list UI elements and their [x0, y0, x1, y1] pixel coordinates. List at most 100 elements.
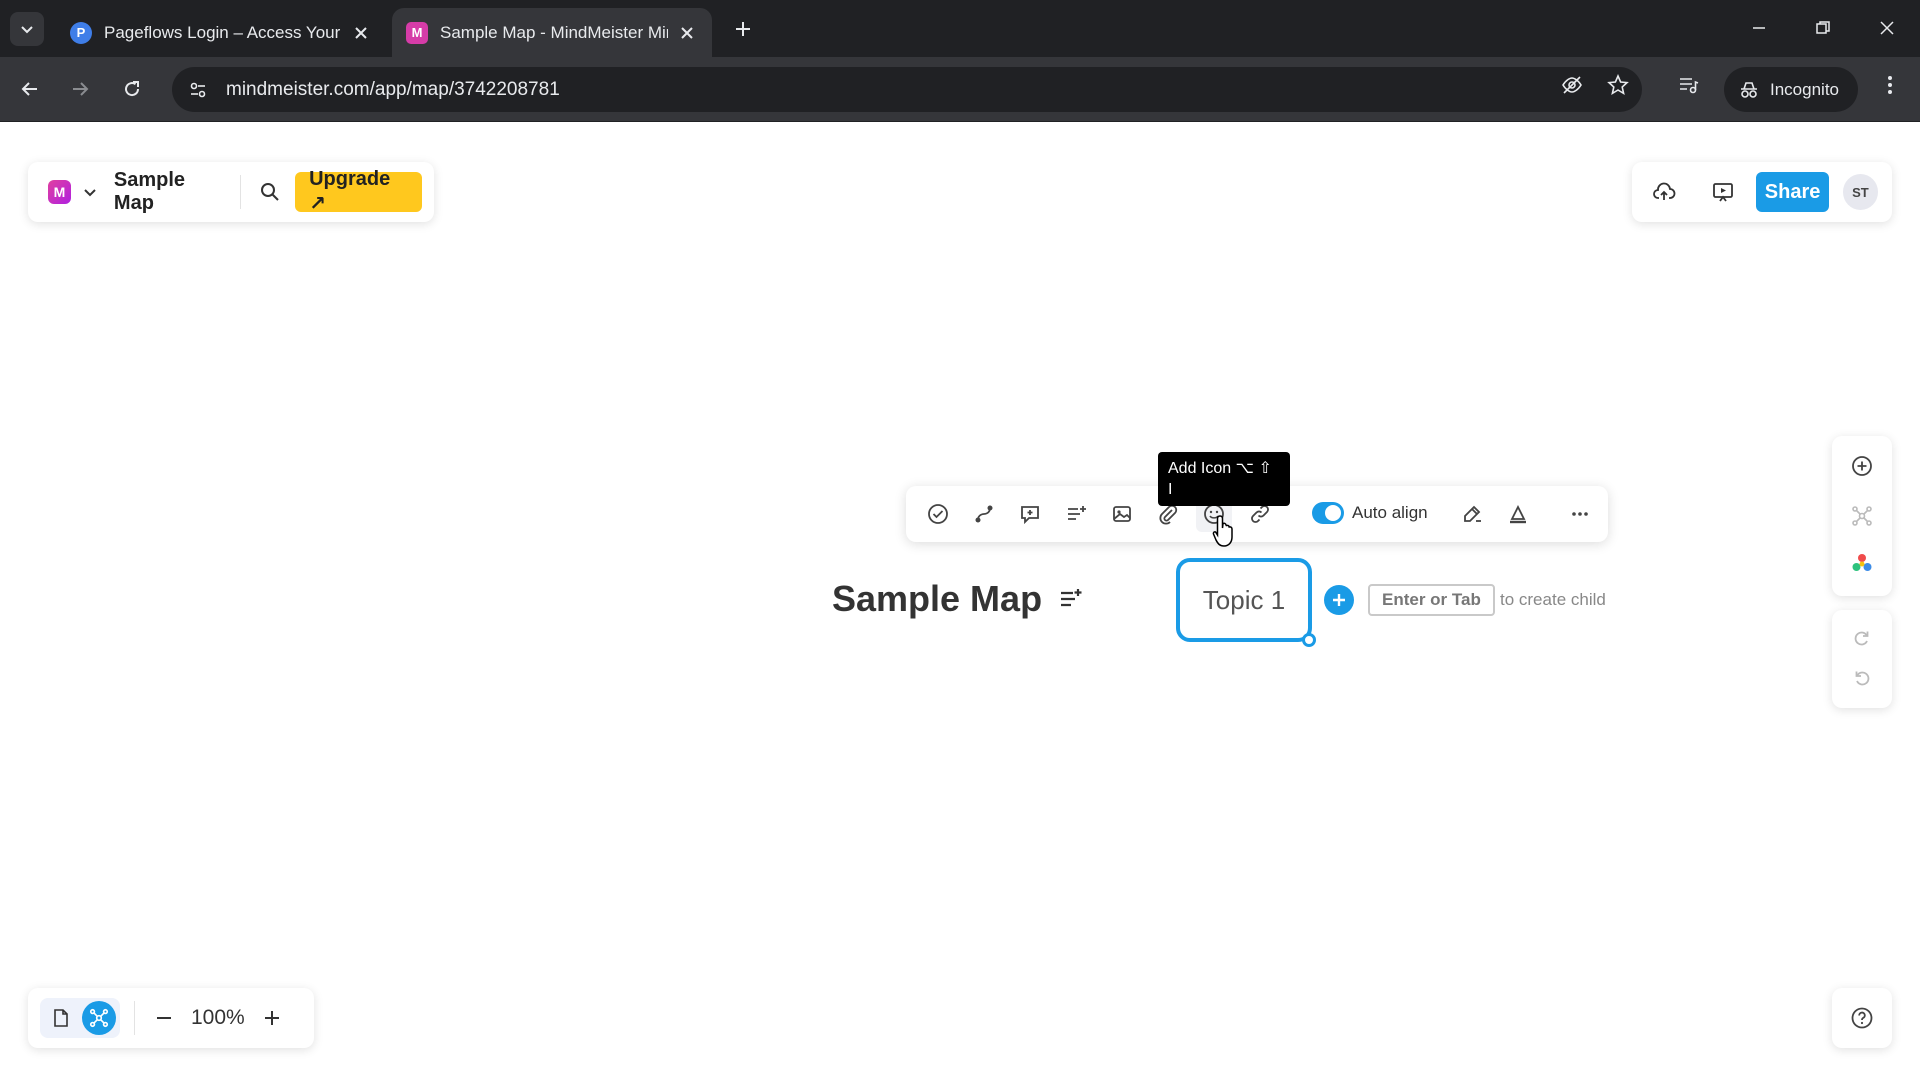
restore-icon: [1816, 21, 1830, 34]
export-button[interactable]: [1646, 174, 1681, 210]
history-panel: [1832, 610, 1892, 708]
minimize-icon: [1753, 27, 1765, 29]
avatar[interactable]: ST: [1842, 174, 1878, 210]
search-icon: [260, 183, 279, 201]
mind-map-icon: [1852, 506, 1872, 526]
tracking-protection-icon[interactable]: [1554, 67, 1590, 103]
search-button[interactable]: [254, 176, 285, 208]
tooltip-line-2: I: [1168, 481, 1173, 498]
mindmeister-app: M Sample Map Upgrade ↗ Share ST Auto ali…: [0, 122, 1920, 1080]
close-window-button[interactable]: [1864, 10, 1910, 46]
more-horizontal-icon: [1572, 512, 1588, 516]
central-topic[interactable]: Sample Map: [832, 578, 1042, 620]
plus-icon: [1333, 594, 1345, 606]
style-button[interactable]: [1454, 496, 1490, 532]
topic-1-label: Topic 1: [1202, 584, 1286, 615]
hand-cursor-icon: [1212, 515, 1233, 547]
new-tab-button[interactable]: [728, 14, 758, 44]
tab-mindmeister[interactable]: M Sample Map - MindMeister Min: [392, 8, 712, 57]
restore-button[interactable]: [1800, 10, 1846, 46]
divider: [239, 175, 241, 209]
tab-title: Sample Map - MindMeister Min: [440, 22, 668, 42]
paint-brush-icon: [1464, 505, 1481, 522]
task-button[interactable]: [920, 496, 956, 532]
outline-view-button[interactable]: [44, 1001, 78, 1035]
mind-map-icon: [89, 1008, 109, 1028]
notes-indicator-icon[interactable]: [1058, 586, 1084, 612]
incognito-label: Incognito: [1770, 79, 1839, 99]
image-button[interactable]: [1104, 496, 1140, 532]
reload-icon: [125, 81, 140, 97]
auto-align-label: Auto align: [1352, 503, 1428, 522]
bookmark-star-icon[interactable]: [1600, 67, 1636, 103]
create-child-hint: to create child: [1500, 590, 1606, 609]
zoom-out-button[interactable]: [149, 1003, 179, 1033]
checkmark-circle-icon: [928, 504, 948, 524]
redo-button[interactable]: [1844, 620, 1880, 656]
text-color-button[interactable]: [1500, 496, 1536, 532]
map-layout-button[interactable]: [1844, 498, 1880, 534]
topic-resize-handle[interactable]: [1302, 633, 1316, 647]
help-button[interactable]: [1832, 988, 1892, 1048]
tab-title: Pageflows Login – Access Your I: [104, 22, 342, 42]
topic-1-node[interactable]: Topic 1: [1176, 558, 1312, 642]
upgrade-button[interactable]: Upgrade ↗: [295, 168, 422, 215]
close-icon[interactable]: [350, 22, 372, 44]
close-icon: [1880, 21, 1894, 35]
zoom-in-button[interactable]: [257, 1003, 287, 1033]
comment-button[interactable]: [1012, 496, 1048, 532]
text-color-icon: [1510, 504, 1526, 524]
incognito-icon: [1741, 81, 1757, 98]
map-title[interactable]: Sample Map: [114, 169, 226, 215]
note-add-icon: [1068, 506, 1086, 520]
undo-icon: [1855, 671, 1870, 686]
help-circle-icon: [1851, 1007, 1873, 1029]
presentation-button[interactable]: [1705, 174, 1740, 210]
site-info-icon[interactable]: [178, 70, 218, 110]
connection-button[interactable]: [966, 496, 1002, 532]
right-tools-panel: [1832, 436, 1892, 596]
paperclip-icon: [1159, 504, 1178, 525]
keyboard-hint: Enter or Tab: [1368, 584, 1495, 616]
document-icon: [54, 1009, 68, 1027]
theme-button[interactable]: [1844, 546, 1880, 582]
plus-icon: [736, 22, 750, 36]
url-text: mindmeister.com/app/map/3742208781: [226, 78, 560, 100]
add-icon-tooltip: Add Icon ⌥ ⇧ I: [1158, 452, 1290, 506]
map-actions-panel: Share ST: [1632, 162, 1892, 222]
share-button[interactable]: Share: [1756, 172, 1829, 212]
forward-button[interactable]: [62, 71, 98, 107]
reload-button[interactable]: [114, 71, 150, 107]
image-icon: [1113, 506, 1131, 522]
divider: [134, 1001, 135, 1035]
tab-pageflows[interactable]: P Pageflows Login – Access Your I: [56, 8, 386, 57]
browser-tab-bar: P Pageflows Login – Access Your I M Samp…: [0, 0, 1920, 57]
add-topic-button[interactable]: [1844, 448, 1880, 484]
zoom-panel: 100%: [28, 988, 314, 1048]
tab-search-button[interactable]: [10, 12, 44, 46]
undo-button[interactable]: [1844, 660, 1880, 696]
close-icon[interactable]: [676, 22, 698, 44]
more-options-button[interactable]: [1562, 496, 1598, 532]
note-button[interactable]: [1058, 496, 1094, 532]
back-button[interactable]: [12, 71, 48, 107]
map-menu-button[interactable]: [79, 180, 102, 204]
view-mode-toggle: [40, 998, 120, 1038]
presentation-icon: [1712, 183, 1733, 202]
omnibox[interactable]: mindmeister.com/app/map/3742208781: [172, 67, 1642, 112]
color-palette-icon: [1852, 554, 1872, 571]
media-controls-icon[interactable]: [1670, 67, 1706, 103]
comment-add-icon: [1021, 506, 1039, 525]
add-child-button[interactable]: [1324, 585, 1354, 615]
minus-icon: [157, 1017, 171, 1019]
browser-menu-button[interactable]: [1872, 67, 1908, 103]
incognito-indicator[interactable]: Incognito: [1724, 67, 1858, 112]
chevron-down-icon: [84, 189, 97, 197]
minimize-button[interactable]: [1736, 10, 1782, 46]
zoom-level[interactable]: 100%: [191, 1006, 245, 1030]
mind-map-view-button[interactable]: [82, 1001, 116, 1035]
mindmeister-favicon-icon: M: [406, 21, 428, 44]
mindmeister-logo-icon[interactable]: M: [48, 180, 71, 204]
auto-align-toggle[interactable]: [1312, 502, 1344, 524]
arrow-left-icon: [21, 82, 37, 96]
